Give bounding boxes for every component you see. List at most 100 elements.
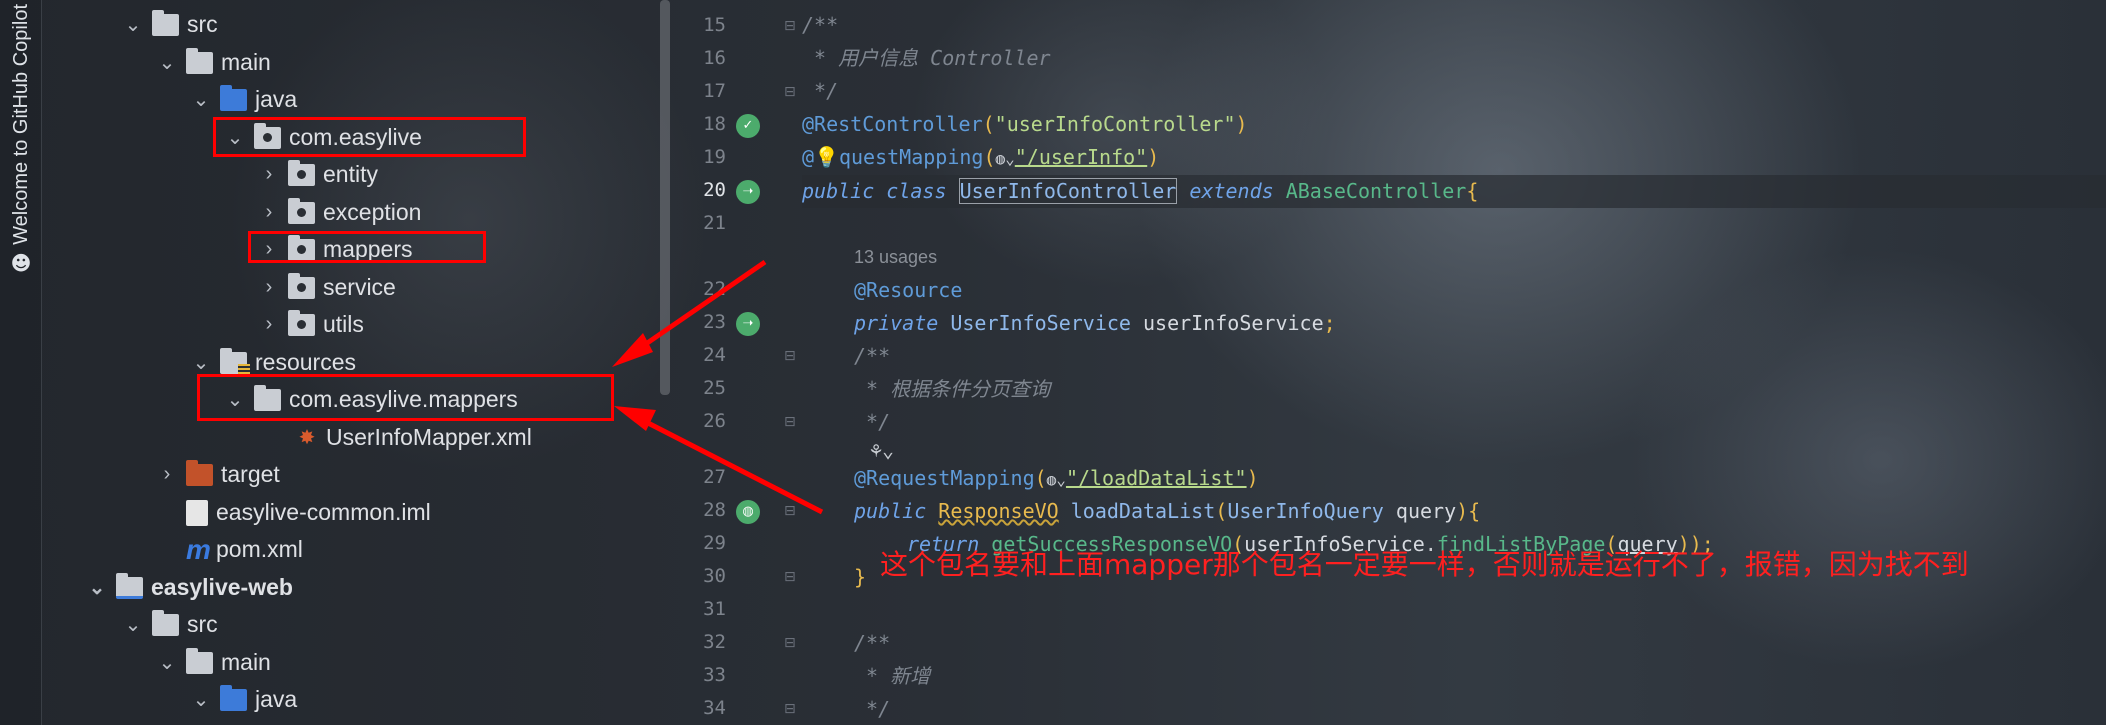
tree-item-entity[interactable]: › entity bbox=[256, 156, 378, 193]
tree-item-utils[interactable]: › utils bbox=[256, 306, 364, 343]
fold-icon[interactable]: ⊟ bbox=[784, 701, 796, 717]
highlight-box-com-easylive-mappers bbox=[197, 374, 614, 421]
chevron-down-icon[interactable]: ⌄ bbox=[120, 612, 146, 637]
tree-item-target[interactable]: › target bbox=[154, 456, 280, 493]
package-icon bbox=[288, 272, 315, 299]
code-line-20: public class UserInfoController extends … bbox=[802, 178, 1479, 204]
code-line-34: */ bbox=[854, 697, 891, 721]
chevron-right-icon[interactable]: › bbox=[256, 201, 282, 224]
editor-gutter: 15 16 17 18 19 20 21 22 23 24 25 26 27 2… bbox=[682, 0, 797, 725]
tree-item-java[interactable]: ⌄ java bbox=[188, 81, 297, 118]
fold-icon[interactable]: ⊟ bbox=[784, 18, 796, 34]
tree-item-easylive-web[interactable]: ⌄ easylive-web bbox=[84, 569, 293, 606]
line-number: 32 bbox=[703, 631, 726, 653]
tree-item-label: target bbox=[221, 461, 280, 487]
chevron-down-icon[interactable]: ⌄ bbox=[154, 650, 180, 675]
tree-item-label: exception bbox=[323, 199, 422, 225]
line-number: 29 bbox=[703, 532, 726, 554]
globe-icon[interactable]: ◍⌄ bbox=[1047, 470, 1066, 489]
tree-item-java[interactable]: ⌄ java bbox=[188, 681, 297, 718]
package-icon bbox=[288, 309, 315, 336]
tree-item-label: resources bbox=[255, 349, 356, 375]
chevron-down-icon[interactable]: ⌄ bbox=[120, 12, 146, 37]
module-icon bbox=[116, 572, 143, 599]
fold-icon[interactable]: ⊟ bbox=[784, 348, 796, 364]
lightbulb-icon[interactable]: 💡 bbox=[814, 145, 839, 169]
chevron-down-icon[interactable]: ⌄ bbox=[84, 575, 110, 600]
code-line-27: @RequestMapping(◍⌄"/loadDataList") bbox=[854, 466, 1259, 490]
chevron-down-icon[interactable]: ⌄ bbox=[188, 687, 214, 712]
spring-bean-icon[interactable]: ➝ bbox=[736, 180, 760, 204]
source-folder-icon bbox=[220, 684, 247, 711]
tree-item-src[interactable]: ⌄ src bbox=[120, 6, 218, 43]
maven-icon: m bbox=[186, 533, 211, 565]
tree-item-label: main bbox=[221, 649, 271, 675]
code-line-18: @RestController("userInfoController") bbox=[802, 112, 1248, 136]
line-number: 34 bbox=[703, 697, 726, 719]
code-line-24: /** bbox=[854, 344, 891, 368]
line-number: 22 bbox=[703, 278, 726, 300]
line-number: 21 bbox=[703, 212, 726, 234]
line-number: 24 bbox=[703, 344, 726, 366]
chevron-right-icon[interactable]: › bbox=[256, 163, 282, 186]
folder-icon bbox=[152, 609, 179, 636]
fold-icon[interactable]: ⊟ bbox=[784, 503, 796, 519]
tree-item-label: java bbox=[255, 686, 298, 712]
tree-scrollbar[interactable] bbox=[660, 0, 670, 395]
chevron-down-icon[interactable]: ⌄ bbox=[154, 50, 180, 75]
resources-folder-icon bbox=[220, 347, 250, 376]
code-line-19: @💡questMapping(◍⌄"/userInfo") bbox=[802, 145, 1160, 169]
spring-autowire-icon[interactable]: ➝ bbox=[736, 312, 760, 336]
project-tree: ⌄ src ⌄ main ⌄ java ⌄ com.easylive › ent… bbox=[42, 0, 662, 725]
fold-icon[interactable]: ⊟ bbox=[784, 635, 796, 651]
line-number: 27 bbox=[703, 466, 726, 488]
code-line-23: private UserInfoService userInfoService; bbox=[854, 311, 1336, 335]
tree-item-label: java bbox=[255, 86, 298, 112]
code-line-33: * 新增 bbox=[854, 664, 931, 688]
package-icon bbox=[288, 197, 315, 224]
code-line-15: /** bbox=[802, 13, 839, 37]
tree-item-label: UserInfoMapper.xml bbox=[326, 424, 532, 450]
web-endpoint-icon[interactable]: ◍ bbox=[736, 500, 760, 524]
line-number: 26 bbox=[703, 410, 726, 432]
chevron-right-icon[interactable]: › bbox=[256, 313, 282, 336]
chevron-right-icon[interactable]: › bbox=[154, 463, 180, 486]
tree-item-src[interactable]: ⌄ src bbox=[120, 606, 218, 643]
tree-item-label: service bbox=[323, 274, 396, 300]
line-number: 31 bbox=[703, 598, 726, 620]
spring-bean-icon[interactable]: ✓ bbox=[736, 114, 760, 138]
code-line-16: * 用户信息 Controller bbox=[802, 46, 1051, 70]
line-number: 18 bbox=[703, 113, 726, 135]
tree-item-service[interactable]: › service bbox=[256, 269, 396, 306]
code-editor[interactable]: /** * 用户信息 Controller */ @RestController… bbox=[802, 0, 2106, 725]
copilot-welcome-tab[interactable]: Welcome to GitHub Copilot ☻ bbox=[6, 4, 36, 296]
tree-item-pom-xml[interactable]: m pom.xml bbox=[156, 531, 303, 568]
usages-hint[interactable]: 13 usages bbox=[854, 241, 937, 274]
tree-item-label: src bbox=[187, 11, 218, 37]
tree-item-main[interactable]: ⌄ main bbox=[154, 44, 271, 81]
line-number: 33 bbox=[703, 664, 726, 686]
tree-item-label: src bbox=[187, 611, 218, 637]
line-number: 19 bbox=[703, 146, 726, 168]
fold-icon[interactable]: ⊟ bbox=[784, 414, 796, 430]
highlight-box-mappers bbox=[248, 231, 486, 263]
excluded-folder-icon bbox=[186, 459, 213, 486]
tree-item-main[interactable]: ⌄ main bbox=[154, 644, 271, 681]
tree-item-label: main bbox=[221, 49, 271, 75]
line-number: 23 bbox=[703, 311, 726, 333]
chevron-down-icon[interactable]: ⌄ bbox=[188, 87, 214, 112]
globe-icon[interactable]: ◍⌄ bbox=[996, 149, 1015, 168]
package-icon bbox=[288, 159, 315, 186]
fold-icon[interactable]: ⊟ bbox=[784, 569, 796, 585]
copilot-tab-label: Welcome to GitHub Copilot bbox=[9, 4, 32, 245]
line-number: 28 bbox=[703, 499, 726, 521]
chevron-right-icon[interactable]: › bbox=[256, 276, 282, 299]
iml-file-icon bbox=[186, 499, 208, 526]
tree-item-userinfomapper-xml[interactable]: ✸ UserInfoMapper.xml bbox=[292, 419, 532, 456]
code-line-30: } bbox=[854, 565, 867, 589]
line-number: 17 bbox=[703, 80, 726, 102]
fold-icon[interactable]: ⊟ bbox=[784, 84, 796, 100]
tree-item-exception[interactable]: › exception bbox=[256, 194, 421, 231]
tree-item-easylive-common-iml[interactable]: easylive-common.iml bbox=[156, 494, 431, 531]
chevron-down-icon[interactable]: ⌄ bbox=[188, 350, 214, 375]
